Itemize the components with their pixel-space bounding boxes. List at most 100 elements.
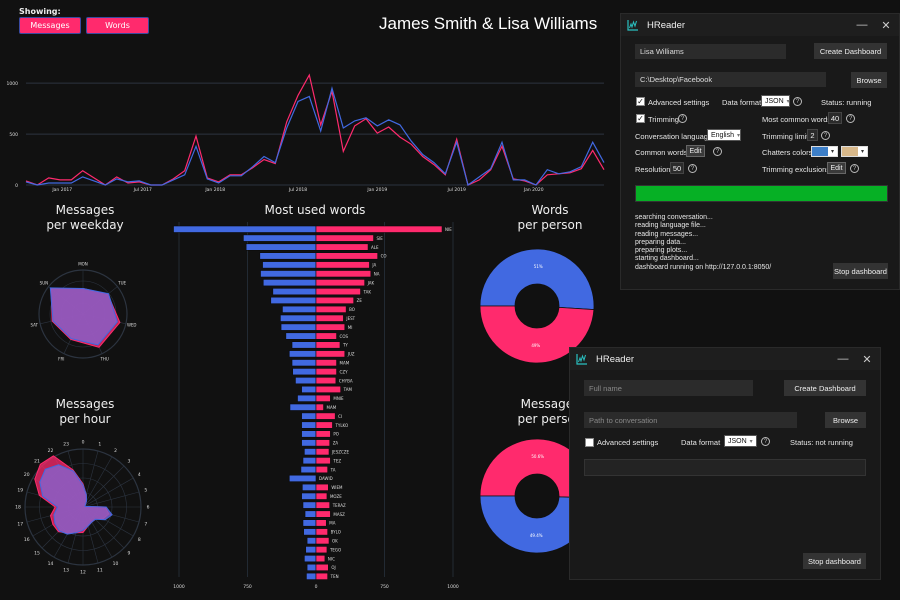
help-icon[interactable]: ? [850,164,859,173]
bar-category-label: WIEM [331,485,343,490]
words-pp-title-line2: per person [517,218,583,232]
bar-james-smith [305,546,317,554]
hour-title-line1: Messages [55,397,115,411]
window-titlebar[interactable]: HReader — ✕ [570,348,880,370]
trimming-limit-label: Trimming limit [762,132,809,141]
full-name-input[interactable] [584,380,753,396]
data-format-select[interactable]: JSON ▾ [724,435,757,447]
data-format-label: Data format [722,98,762,107]
radar-axis-label: 17 [17,521,23,527]
create-dashboard-button[interactable]: Create Dashboard [784,380,866,396]
radar-axis-label: 4 [138,472,141,478]
browse-button[interactable]: Browse [825,412,866,428]
trimming-limit-input[interactable]: 2 [807,129,818,141]
bar-lisa-williams [315,234,374,242]
radar-axis-label: SUN [40,280,48,285]
common-words-edit-button[interactable]: Edit [686,145,705,157]
bar-category-label: TY [342,343,348,348]
close-button[interactable]: ✕ [856,348,878,370]
bar-james-smith [291,359,317,367]
bar-lisa-williams [315,528,328,536]
bar-category-label: JESZCZE [331,450,350,455]
bar-lisa-williams [315,492,328,500]
timeline-chart: 0 500 1000 Jan 2017 Jul 2017 Jan 2018 Jul 2018… [7,73,605,193]
bar-lisa-williams [315,225,443,233]
help-icon[interactable]: ? [678,114,687,123]
conversation-path-input[interactable] [584,412,797,428]
bar-james-smith [301,385,317,393]
bar-category-label: MAM [340,361,350,366]
x-tick-label: Jan 2017 [51,187,72,193]
bar-james-smith [272,288,317,296]
most-common-words-input[interactable]: 40 [828,112,842,124]
series-line-james-smith [25,86,605,186]
close-button[interactable]: ✕ [875,14,897,36]
browse-button[interactable]: Browse [851,72,887,88]
bar-category-label: MNIE [333,396,344,401]
radar-axis-label: TUE [117,280,126,285]
bar-lisa-williams [315,439,330,447]
chatter-1-color-picker[interactable]: ▾ [811,146,838,157]
bar-category-label: TEGO [329,547,341,552]
messages-filter-button[interactable]: Messages [19,17,81,34]
conversation-language-select[interactable]: English ▾ [707,129,741,141]
advanced-settings-checkbox[interactable] [585,438,594,447]
bar-james-smith [289,403,317,411]
help-icon[interactable]: ? [713,147,722,156]
bar-category-label: OJ [331,565,335,570]
bar-lisa-williams [315,457,331,465]
bar-category-label: BYLO [331,530,341,535]
help-icon[interactable]: ? [761,437,770,446]
x-tick-label: Jul 2019 [447,187,466,193]
chevron-down-icon: ▾ [749,438,753,445]
chatter-1-color [812,147,828,156]
bar-james-smith [301,421,317,429]
conversation-language-label: Conversation language [635,132,713,141]
data-format-select[interactable]: JSON ▾ [761,95,790,107]
bar-category-label: CZY [340,369,349,374]
trimming-label: Trimming [648,115,679,124]
window-titlebar[interactable]: HReader — ✕ [621,14,899,36]
window-title: HReader [596,353,635,365]
donut-slice-james-smith [480,248,595,311]
bar-lisa-williams [315,350,346,358]
full-name-input[interactable] [635,44,786,59]
trimming-exclusions-edit-button[interactable]: Edit [827,162,846,174]
help-icon[interactable]: ? [821,131,830,140]
radar-axis-label: 15 [34,550,40,556]
bar-lisa-williams [315,296,354,304]
stop-dashboard-button[interactable]: Stop dashboard [803,553,866,569]
bar-james-smith [245,243,317,251]
radar-axis-label: 2 [114,448,117,454]
radar-axis-label: 5 [144,488,147,494]
conversation-path-input[interactable] [635,72,826,87]
stop-dashboard-button[interactable]: Stop dashboard [833,263,888,279]
help-icon[interactable]: ? [688,164,697,173]
x-tick-label: Jul 2017 [133,187,152,193]
bar-category-label: PO [333,432,339,437]
radar-axis-label: 14 [48,561,54,567]
words-bar-chart: 1000 750 0 750 1000 NIE SIE ALECO JA NA JAK TAKZEBO… [173,222,459,590]
help-icon[interactable]: ? [846,114,855,123]
create-dashboard-button[interactable]: Create Dashboard [814,43,887,59]
words-filter-button[interactable]: Words [86,17,149,34]
bar-lisa-williams [315,412,336,420]
bar-james-smith [306,572,317,580]
minimize-button[interactable]: — [832,348,854,370]
chatter-2-color-picker[interactable]: ▾ [841,146,868,157]
bar-james-smith [301,492,317,500]
minimize-button[interactable]: — [851,14,873,36]
bar-lisa-williams [315,332,337,340]
bar-james-smith [270,296,317,304]
x-tick-label: Jan 2019 [366,187,387,193]
resolution-input[interactable]: 50 [670,162,684,174]
x-tick-label: 0 [315,584,318,590]
bar-james-smith [306,537,317,545]
trimming-checkbox[interactable]: ✓ [636,114,645,123]
help-icon[interactable]: ? [793,97,802,106]
bar-lisa-williams [315,261,370,269]
advanced-settings-checkbox[interactable]: ✓ [636,97,645,106]
chevron-down-icon: ▾ [858,147,867,156]
bar-category-label: TA [330,467,336,472]
bar-category-label: JA [371,263,376,268]
